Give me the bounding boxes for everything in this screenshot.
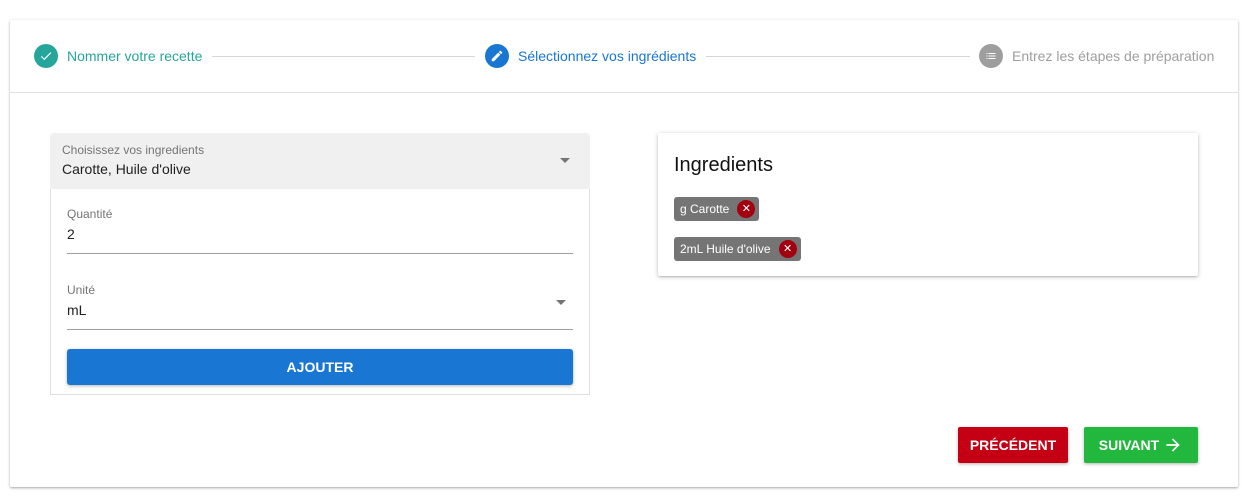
pencil-icon: [485, 44, 509, 68]
step-connector: [706, 56, 970, 57]
chevron-down-icon: [560, 158, 570, 163]
previous-button-label: PRÉCÉDENT: [969, 437, 1057, 453]
ingredients-select-value: Carotte, Huile d'olive: [62, 161, 191, 177]
check-icon: [34, 44, 58, 68]
unit-value: mL: [67, 302, 87, 318]
step-preparation[interactable]: Entrez les étapes de préparation: [979, 44, 1214, 68]
add-ingredient-button[interactable]: AJOUTER: [67, 349, 573, 385]
chevron-down-icon: [556, 300, 566, 305]
step-select-ingredients[interactable]: Sélectionnez vos ingrédients: [485, 44, 696, 68]
ingredient-form-panel: Quantité 2 Unité mL AJOUTER: [50, 189, 590, 395]
step-label: Entrez les étapes de préparation: [1012, 48, 1215, 64]
arrow-right-icon: [1163, 435, 1183, 455]
previous-button[interactable]: PRÉCÉDENT: [958, 427, 1068, 463]
ingredients-select-label: Choisissez vos ingredients: [62, 143, 205, 157]
recipe-stepper-card: Nommer votre recette Sélectionnez vos in…: [10, 20, 1238, 487]
quantity-underline: [67, 253, 573, 254]
close-icon[interactable]: ✕: [778, 240, 797, 258]
step-name-recipe[interactable]: Nommer votre recette: [34, 44, 202, 68]
step-label: Nommer votre recette: [67, 48, 203, 64]
ingredients-title: Ingredients: [674, 154, 773, 176]
unit-label: Unité: [67, 283, 96, 297]
quantity-input[interactable]: 2: [67, 226, 75, 242]
quantity-label: Quantité: [67, 207, 113, 221]
next-button[interactable]: SUIVANT: [1084, 427, 1198, 463]
unit-underline: [67, 329, 573, 330]
chip-label: 2mL Huile d'olive: [680, 242, 771, 256]
list-icon: [979, 44, 1003, 68]
ingredient-chip: 2mL Huile d'olive ✕: [674, 237, 801, 261]
close-icon[interactable]: ✕: [737, 200, 756, 218]
step-connector: [212, 56, 475, 57]
ingredients-card: Ingredients g Carotte ✕ 2mL Huile d'oliv…: [658, 133, 1198, 276]
ingredient-chip: g Carotte ✕: [674, 197, 760, 221]
chip-label: g Carotte: [680, 202, 730, 216]
stepper-header: Nommer votre recette Sélectionnez vos in…: [10, 20, 1238, 93]
ingredients-select[interactable]: Choisissez vos ingredients Carotte, Huil…: [50, 133, 590, 189]
next-button-label: SUIVANT: [1098, 437, 1160, 453]
step-label: Sélectionnez vos ingrédients: [518, 48, 697, 64]
